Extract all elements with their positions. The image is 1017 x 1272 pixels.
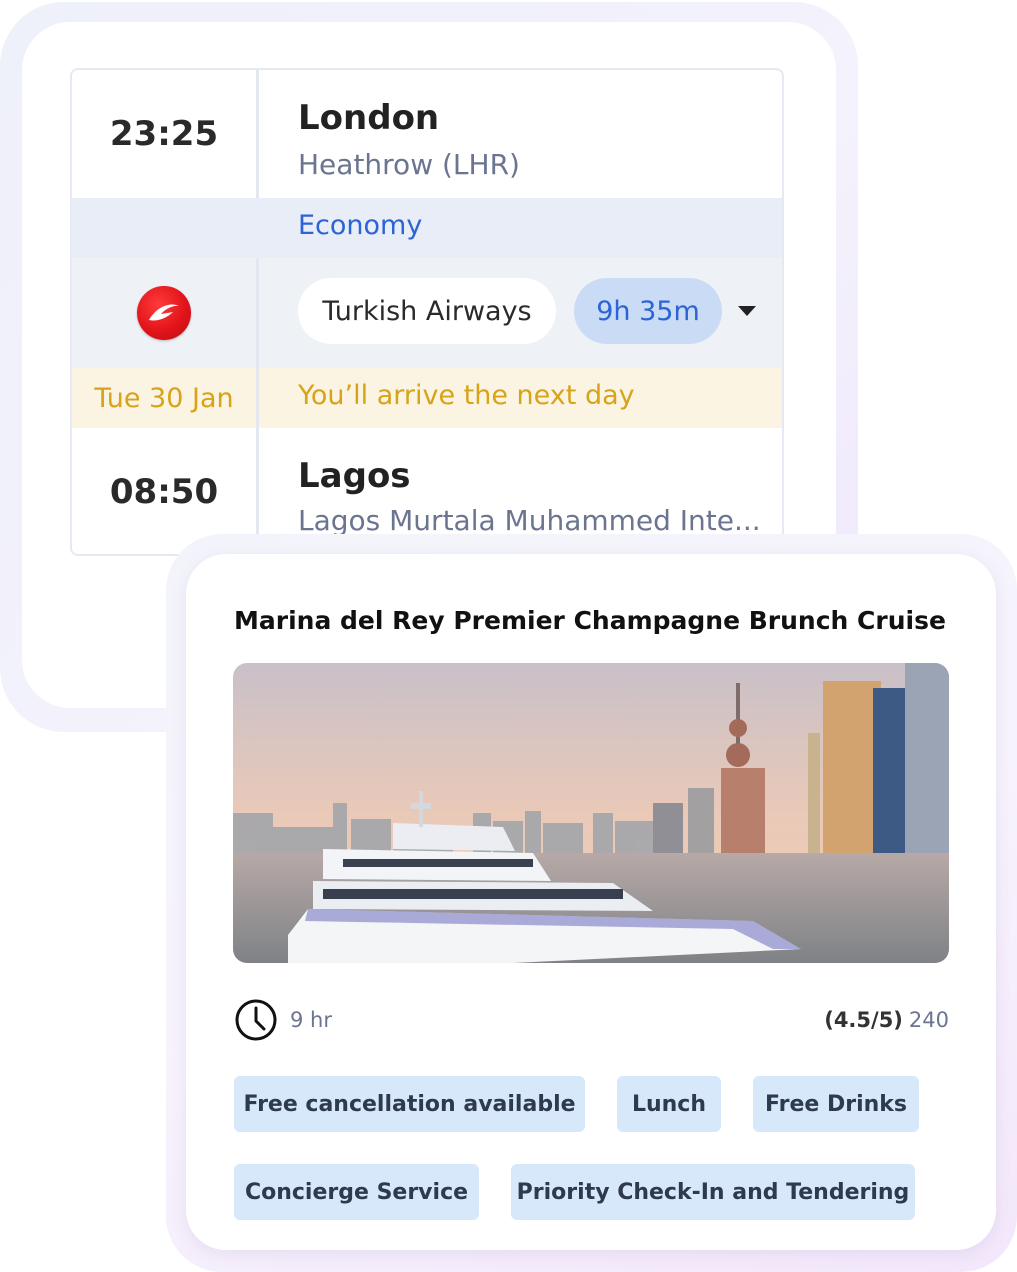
tour-title[interactable]: Marina del Rey Premier Champagne Brunch … [234, 606, 946, 635]
arrival-time: 08:50 [109, 472, 219, 512]
tag-free-drinks: Free Drinks [753, 1076, 919, 1132]
caret-down-icon[interactable] [738, 306, 756, 316]
cabin-class: Economy [298, 210, 423, 241]
next-day-notice: You’ll arrive the next day [298, 380, 635, 411]
tour-duration: 9 hr [290, 1008, 332, 1032]
arrival-city: Lagos [298, 456, 411, 496]
turkish-airlines-logo-icon [137, 286, 191, 340]
tag-priority-check-in: Priority Check-In and Tendering [511, 1164, 915, 1220]
arrival-airport: Lagos Murtala Muhammed Inte... [298, 504, 761, 537]
airline-row: Turkish Airways 9h 35m [72, 258, 782, 368]
cabin-class-row: Economy [72, 198, 782, 258]
review-count: 240 [908, 1008, 949, 1032]
flight-duration-pill: 9h 35m [574, 278, 722, 344]
departure-airport: Heathrow (LHR) [298, 148, 520, 181]
tour-meta-row: 9 hr (4.5/5) 240 [234, 998, 949, 1042]
arrival-date: Tue 30 Jan [94, 382, 234, 414]
rating-summary: (4.5/5) 240 [824, 1008, 949, 1032]
cruise-photo [233, 663, 949, 963]
rating-score: (4.5/5) [824, 1008, 903, 1032]
departure-time: 23:25 [109, 114, 219, 154]
departure-row: 23:25 London Heathrow (LHR) [72, 70, 782, 198]
tour-card[interactable]: Marina del Rey Premier Champagne Brunch … [186, 554, 996, 1250]
departure-city: London [298, 98, 440, 138]
tag-free-cancellation: Free cancellation available [234, 1076, 585, 1132]
airline-name-pill: Turkish Airways [298, 278, 556, 344]
tag-concierge-service: Concierge Service [234, 1164, 479, 1220]
flight-itinerary: 23:25 London Heathrow (LHR) Economy Turk… [70, 68, 784, 556]
arrival-notice-row: Tue 30 Jan You’ll arrive the next day [72, 368, 782, 428]
clock-icon [235, 999, 277, 1041]
tag-lunch: Lunch [617, 1076, 721, 1132]
timeline-divider [256, 70, 259, 198]
